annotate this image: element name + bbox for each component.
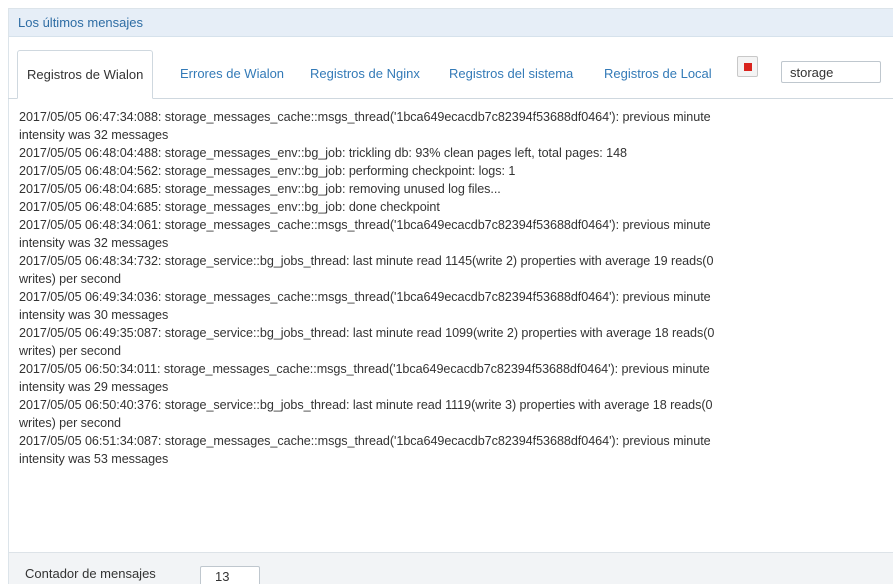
log-filter-input[interactable]	[781, 61, 881, 83]
tab-bar: Registros de Wialon Errores de Wialon Re…	[8, 37, 893, 99]
log-line: 2017/05/05 06:48:04:685: storage_message…	[19, 182, 501, 196]
message-counter-label: Contador de mensajes	[25, 566, 156, 581]
log-line: 2017/05/05 06:48:34:732: storage_service…	[19, 254, 714, 268]
log-line: 2017/05/05 06:50:40:376: storage_service…	[19, 398, 713, 412]
tab-local-logs[interactable]: Registros de Local	[604, 50, 712, 99]
log-line: intensity was 30 messages	[19, 308, 169, 322]
log-line: 2017/05/05 06:47:34:088: storage_message…	[19, 110, 711, 124]
log-output: 2017/05/05 06:47:34:088: storage_message…	[19, 108, 893, 544]
tab-wialon-logs[interactable]: Registros de Wialon	[17, 50, 154, 99]
log-line: intensity was 29 messages	[19, 380, 169, 394]
log-line: 2017/05/05 06:48:04:685: storage_message…	[19, 200, 440, 214]
panel-title: Los últimos mensajes	[9, 9, 893, 37]
log-line: intensity was 32 messages	[19, 236, 169, 250]
stop-button[interactable]	[737, 56, 758, 77]
log-line: writes) per second	[19, 416, 121, 430]
log-line: writes) per second	[19, 344, 121, 358]
log-line: 2017/05/05 06:48:04:488: storage_message…	[19, 146, 627, 160]
log-line: 2017/05/05 06:50:34:011: storage_message…	[19, 362, 710, 376]
tab-nginx-logs[interactable]: Registros de Nginx	[310, 50, 420, 99]
tab-wialon-errors[interactable]: Errores de Wialon	[180, 50, 284, 99]
log-line: intensity was 32 messages	[19, 128, 169, 142]
log-line: 2017/05/05 06:48:34:061: storage_message…	[19, 218, 711, 232]
stop-square-icon	[744, 63, 752, 71]
log-line: intensity was 53 messages	[19, 452, 169, 466]
message-counter-value: 13	[200, 566, 260, 584]
log-line: 2017/05/05 06:49:34:036: storage_message…	[19, 290, 711, 304]
log-line: 2017/05/05 06:49:35:087: storage_service…	[19, 326, 715, 340]
log-line: 2017/05/05 06:48:04:562: storage_message…	[19, 164, 516, 178]
log-line: writes) per second	[19, 272, 121, 286]
panel-footer: Contador de mensajes	[9, 552, 893, 584]
tab-system-logs[interactable]: Registros del sistema	[449, 50, 573, 99]
log-line: 2017/05/05 06:51:34:087: storage_message…	[19, 434, 711, 448]
